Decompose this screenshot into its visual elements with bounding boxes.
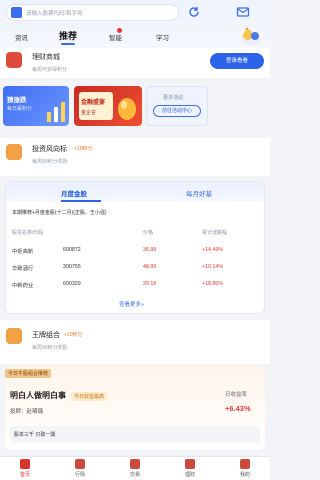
nav-wealth[interactable]: 理财 <box>170 459 210 478</box>
invest-subtitle: 每周90积分奖励 <box>32 159 68 165</box>
stock-code: 300755 <box>63 264 81 270</box>
mall-title: 理财商城 <box>32 54 60 61</box>
nav-mine-label: 我的 <box>239 472 250 478</box>
promo-guess-subtitle: 每日赢积分 <box>7 106 33 112</box>
daily-yield-label: 日收益率 <box>225 392 248 398</box>
promo-feast-title: 金融盛宴 <box>81 100 106 106</box>
portfolio-memo-box: 股本三千 只取一瓢 <box>10 426 260 443</box>
nav-home-label: 首页 <box>19 472 30 478</box>
investor-name: 投顾：赵珺璐 <box>10 409 44 415</box>
logo-icon <box>11 7 22 18</box>
nav-home[interactable]: 首页 <box>5 459 45 478</box>
stock-price: 36.98 <box>143 247 157 253</box>
stock-table-card: 月度金股 每月好基 本期推荐+月度金股(十二月)(正股、王小强) 股票名称/代码… <box>5 181 265 314</box>
invest-section: 投资风向标 +10积分 每周90积分奖励 <box>0 138 270 176</box>
portfolio-memo: 股本三千 只取一瓢 <box>14 432 56 438</box>
portfolio-points: +20积分 <box>64 332 83 338</box>
tab-smart[interactable]: 智能 <box>109 32 122 42</box>
trade-icon <box>130 459 140 469</box>
portfolio-icon <box>6 328 22 344</box>
view-more-link[interactable]: 查看更多» <box>119 300 144 308</box>
promo-feast-subtitle: 金企言 <box>81 110 97 116</box>
promo-feast[interactable]: 金融盛宴 金企言 <box>74 86 142 126</box>
search-placeholder: 请输入股票代码/首字母 <box>26 10 83 17</box>
tab-news[interactable]: 资讯 <box>15 32 28 42</box>
stock-tab-indicator <box>61 200 101 202</box>
nav-market-label: 行情 <box>74 472 85 478</box>
invest-points: +10积分 <box>74 146 93 152</box>
nav-mine[interactable]: 我的 <box>225 459 265 478</box>
stock-tabs: 月度金股 每月好基 <box>6 182 264 202</box>
col-price-header: 价格 <box>143 230 154 236</box>
wealth-icon <box>185 459 195 469</box>
daily-yield-value: +6.43% <box>225 404 251 413</box>
mascot-icon[interactable] <box>238 26 264 46</box>
header: 请输入股票代码/首字母 资讯 推荐 智能 学习 <box>0 0 270 48</box>
portfolio-title: 王牌组合 <box>32 332 60 339</box>
stock-price: 48.99 <box>143 264 157 270</box>
nav-trade[interactable]: 交易 <box>115 459 155 478</box>
promo-more[interactable]: 更多活动 前往活动中心 <box>146 86 208 126</box>
nav-trade-label: 交易 <box>129 472 140 478</box>
stock-name: 华致酒行 <box>12 266 34 272</box>
tab-monthly-stocks[interactable]: 月度金股 <box>61 188 87 198</box>
profile-icon <box>240 459 250 469</box>
home-icon <box>20 459 30 469</box>
stock-name: 中炬高新 <box>12 249 34 255</box>
portfolio-subtitle: 每周90积分奖励 <box>32 345 68 351</box>
best-yield-tag: 今日收益最高 <box>71 392 108 401</box>
portfolio-section: 王牌组合 +20积分 每周90积分奖励 <box>0 320 270 364</box>
invest-icon <box>6 144 22 160</box>
stock-price: 29.18 <box>143 281 157 287</box>
nav-wealth-label: 理财 <box>184 472 195 478</box>
search-bar[interactable]: 请输入股票代码/首字母 <box>6 4 179 21</box>
login-button[interactable]: 登录看看 <box>210 53 264 69</box>
tab-learn[interactable]: 学习 <box>156 32 169 42</box>
mall-subtitle: 每周可获得积分 <box>32 67 68 73</box>
bottom-nav: 首页 行情 交易 理财 我的 <box>0 456 270 480</box>
recommend-note: 本期推荐+月度金股(十二月)(正股、王小强) <box>12 210 107 216</box>
stock-change: +10.14% <box>202 264 224 270</box>
stock-change: +18.86% <box>202 281 224 287</box>
refresh-icon[interactable] <box>187 5 201 19</box>
golden-egg-icon <box>118 98 136 120</box>
active-tab-indicator <box>61 43 75 45</box>
tab-monthly-funds[interactable]: 每月好基 <box>186 188 212 198</box>
promo-guess[interactable]: 猜涨跌 每日赢积分 <box>3 86 69 126</box>
stock-code: 600329 <box>63 281 81 287</box>
portfolio-badge: 今日牛股组合推荐 <box>5 369 52 378</box>
top-tabs: 资讯 推荐 智能 学习 <box>0 28 270 46</box>
stock-name: 中新药业 <box>12 283 34 289</box>
promo-guess-title: 猜涨跌 <box>7 97 27 104</box>
portfolio-card[interactable]: 今日牛股组合推荐 明白人做明白事 今日收益最高 投顾：赵珺璐 日收益率 +6.4… <box>5 366 265 450</box>
col-name-header: 股票名称/代码 <box>12 230 44 236</box>
mall-card: 理财商城 每周可获得积分 登录看看 <box>0 48 270 78</box>
market-icon <box>75 459 85 469</box>
portfolio-name: 明白人做明白事 <box>10 391 66 400</box>
chart-rise-icon <box>47 102 65 122</box>
nav-market[interactable]: 行情 <box>60 459 100 478</box>
promo-more-title: 更多活动 <box>163 95 184 101</box>
tab-recommend[interactable]: 推荐 <box>59 29 77 42</box>
message-icon[interactable] <box>236 5 250 19</box>
stock-change: +14.49% <box>202 247 224 253</box>
mall-icon <box>6 52 22 68</box>
invest-title: 投资风向标 <box>32 146 67 153</box>
col-change-header: 累计涨跌幅 <box>202 230 228 236</box>
stock-code: 600872 <box>63 247 81 253</box>
activity-center-button[interactable]: 前往活动中心 <box>153 105 201 117</box>
hot-dot <box>117 28 122 33</box>
